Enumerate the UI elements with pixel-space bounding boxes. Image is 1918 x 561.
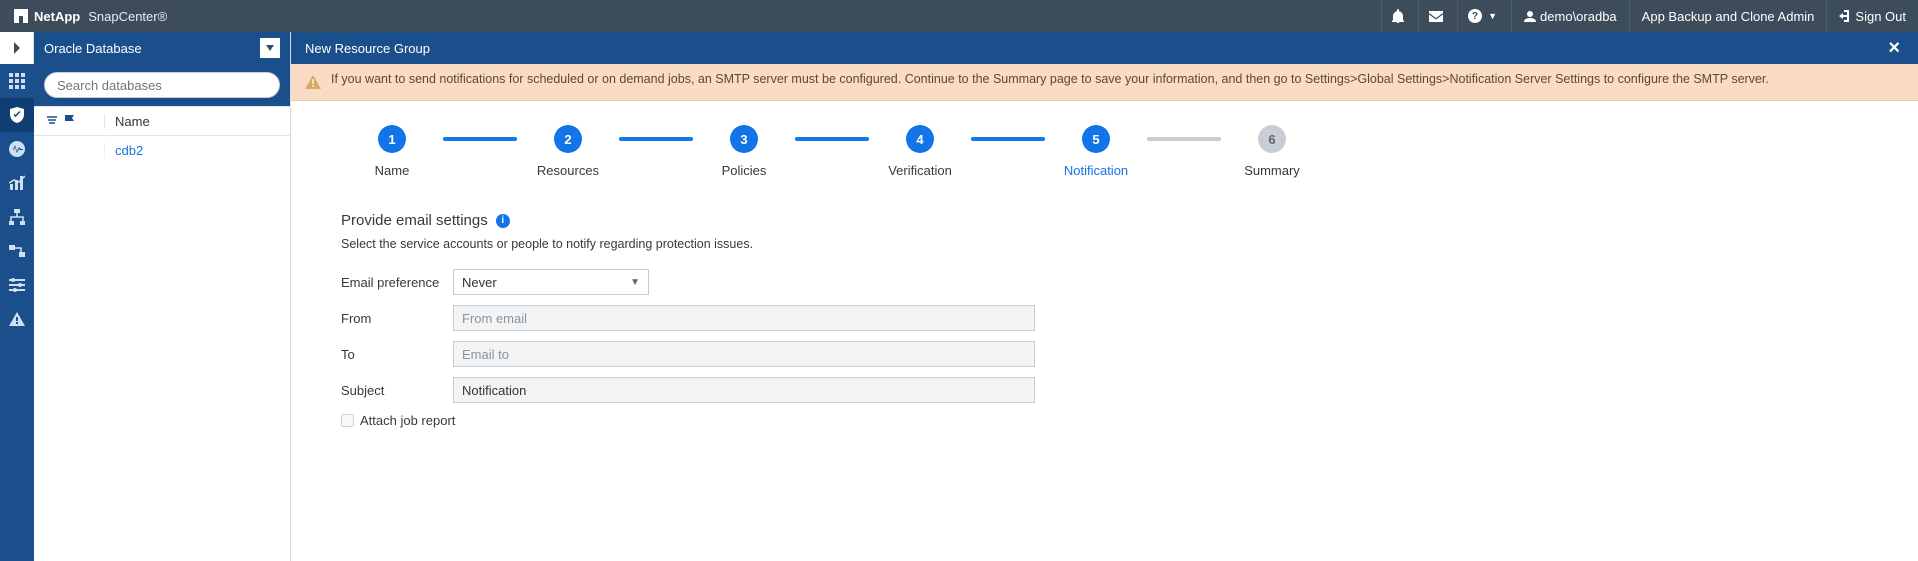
brand: NetApp SnapCenter®: [0, 9, 181, 24]
netapp-logo-icon: [14, 9, 28, 23]
subject-input[interactable]: [453, 377, 1035, 403]
email-pref-value: Never: [462, 275, 497, 290]
caret-down-icon: ▼: [1488, 11, 1497, 21]
alert-icon: [9, 311, 25, 327]
nav-settings[interactable]: [0, 268, 34, 302]
to-input[interactable]: [453, 341, 1035, 367]
shield-check-icon: [9, 107, 25, 123]
label-to: To: [341, 347, 453, 362]
plugin-select-dropdown[interactable]: [260, 38, 280, 58]
label-from: From: [341, 311, 453, 326]
step-summary[interactable]: 6 Summary: [1221, 125, 1323, 178]
info-icon[interactable]: i: [496, 214, 510, 228]
role-text: App Backup and Clone Admin: [1642, 9, 1815, 24]
db-name-link[interactable]: cdb2: [104, 143, 290, 158]
attach-report-label: Attach job report: [360, 413, 455, 428]
step-policies[interactable]: 3 Policies: [693, 125, 795, 178]
bell-icon: [1392, 9, 1404, 23]
search-input[interactable]: [44, 72, 280, 98]
label-subject: Subject: [341, 383, 453, 398]
brand-product: SnapCenter®: [88, 9, 167, 24]
heartbeat-icon: [9, 141, 25, 157]
help-button[interactable]: ? ▼: [1457, 0, 1511, 32]
toggle-sidebar-button[interactable]: [0, 32, 34, 64]
step-name[interactable]: 1 Name: [341, 125, 443, 178]
nav-alerts[interactable]: [0, 302, 34, 336]
user-name: demo\oradba: [1540, 9, 1617, 24]
attach-report-checkbox[interactable]: [341, 414, 354, 427]
brand-company: NetApp: [34, 9, 80, 24]
svg-text:?: ?: [1472, 11, 1478, 22]
notifications-button[interactable]: [1381, 0, 1418, 32]
warning-icon: [305, 74, 321, 90]
plugin-select-label: Oracle Database: [44, 41, 142, 56]
signout-text: Sign Out: [1855, 9, 1906, 24]
email-pref-select[interactable]: Never ▼: [453, 269, 649, 295]
step-verification[interactable]: 4 Verification: [869, 125, 971, 178]
nav-dashboard[interactable]: [0, 64, 34, 98]
section-heading: Provide email settings: [341, 212, 488, 229]
user-menu[interactable]: demo\oradba: [1511, 0, 1629, 32]
chart-icon: [9, 175, 25, 191]
sort-icon[interactable]: [46, 114, 58, 129]
storage-icon: [9, 243, 25, 259]
role-label[interactable]: App Backup and Clone Admin: [1629, 0, 1827, 32]
caret-down-icon: ▼: [630, 277, 640, 288]
page-title: New Resource Group: [305, 41, 430, 56]
close-button[interactable]: ×: [1884, 38, 1904, 58]
caret-down-icon: [266, 45, 274, 51]
nav-resources[interactable]: [0, 98, 34, 132]
grid-icon: [9, 73, 25, 89]
nav-hosts[interactable]: [0, 200, 34, 234]
flag-icon[interactable]: [64, 114, 76, 129]
table-row[interactable]: cdb2: [34, 136, 290, 164]
signout-button[interactable]: Sign Out: [1826, 0, 1918, 32]
step-notification[interactable]: 5 Notification: [1045, 125, 1147, 178]
section-sub: Select the service accounts or people to…: [341, 237, 1868, 251]
from-input[interactable]: [453, 305, 1035, 331]
messages-button[interactable]: [1418, 0, 1457, 32]
sliders-icon: [9, 277, 25, 293]
hierarchy-icon: [9, 209, 25, 225]
nav-monitor[interactable]: [0, 132, 34, 166]
step-resources[interactable]: 2 Resources: [517, 125, 619, 178]
help-icon: ?: [1468, 9, 1482, 23]
name-column-header[interactable]: Name: [104, 114, 290, 129]
envelope-icon: [1429, 11, 1443, 22]
warning-banner: If you want to send notifications for sc…: [291, 64, 1918, 101]
signout-icon: [1839, 10, 1851, 22]
warning-text: If you want to send notifications for sc…: [331, 72, 1769, 86]
nav-storage[interactable]: [0, 234, 34, 268]
user-icon: [1524, 10, 1536, 22]
wizard-steps: 1 Name 2 Resources 3 Policies 4 Verifica…: [341, 125, 1868, 178]
label-email-pref: Email preference: [341, 275, 453, 290]
chevron-right-icon: [13, 42, 21, 54]
nav-reports[interactable]: [0, 166, 34, 200]
